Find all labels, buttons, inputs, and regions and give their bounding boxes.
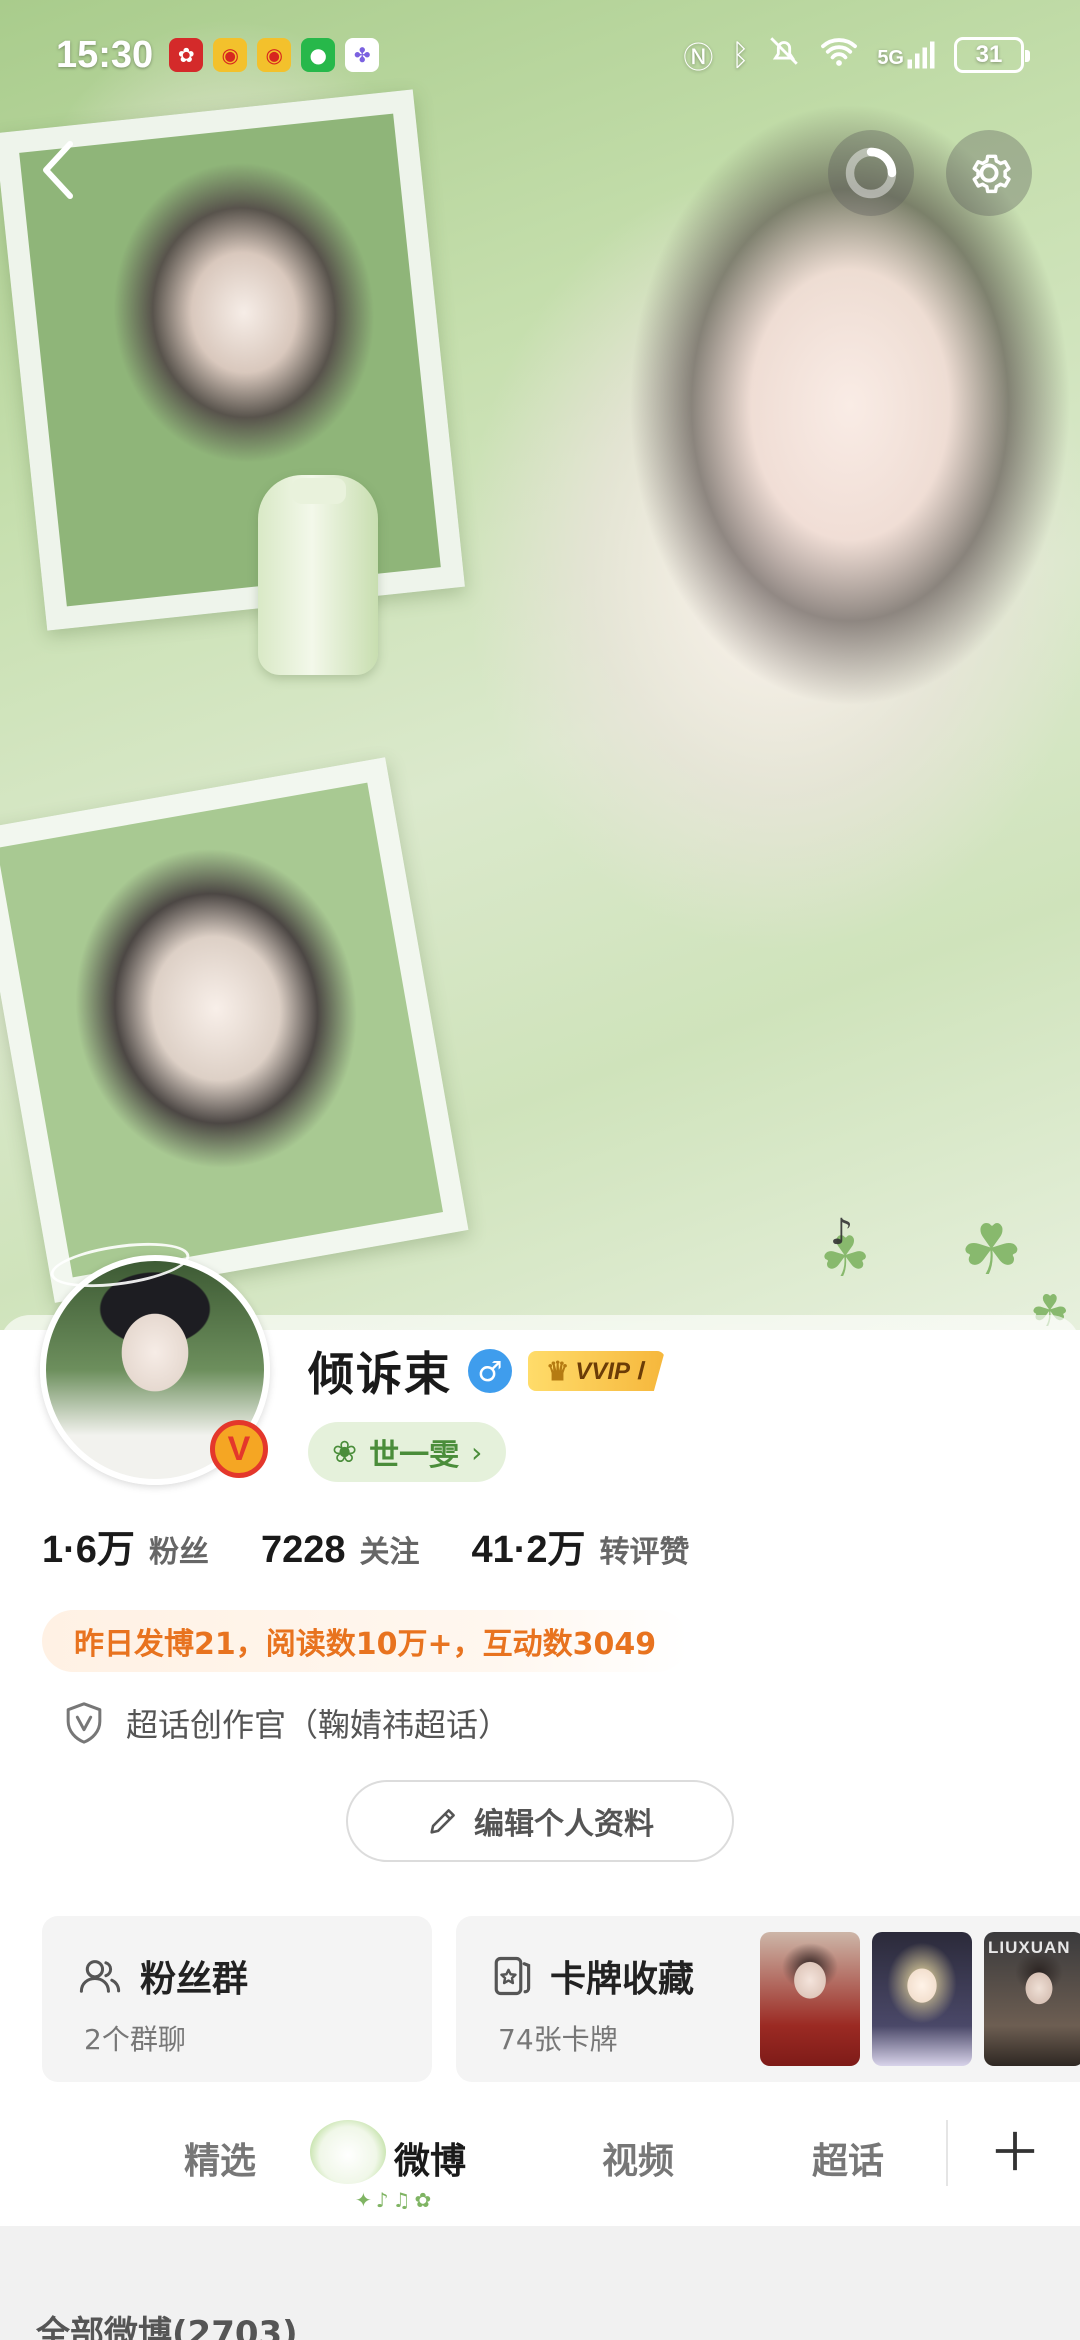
card-thumbnail-text: LIUXUAN [988, 1938, 1071, 1957]
stat-label: 关注 [359, 1535, 420, 1570]
activity-summary[interactable]: 昨日发博21，阅读数10万+，互动数3049 [42, 1610, 689, 1672]
add-tab-button[interactable] [980, 2116, 1050, 2186]
name-row: 倾诉束 ♂ ♛ VVIP Ⅰ [308, 1338, 665, 1404]
wifi-icon [819, 35, 859, 75]
network-type: 5G [877, 47, 904, 69]
loading-ring-icon [845, 147, 897, 199]
weibo-icon: ◉ [257, 38, 292, 72]
stat-value: 7228 [260, 1529, 346, 1571]
pencil-icon [430, 1809, 455, 1834]
avatar-container[interactable]: V [40, 1235, 270, 1485]
card-thumbnail[interactable] [760, 1932, 860, 2066]
chevron-left-icon [43, 141, 73, 199]
card-thumbnails: LIUXUAN [760, 1932, 1080, 2066]
feed-section: 全部微博(2703) [0, 2226, 1080, 2340]
bluetooth-icon: ᛒ [731, 37, 750, 73]
tab-weibo[interactable]: 微博 [394, 2132, 466, 2184]
tab-featured[interactable]: 精选 [184, 2132, 256, 2184]
tab-video[interactable]: 视频 [602, 2132, 674, 2184]
card-thumbnail[interactable]: LIUXUAN [984, 1932, 1080, 2066]
edit-profile-label: 编辑个人资料 [474, 1807, 654, 1842]
status-bar: 15:30 ✿ ◉ ◉ ● ✤ Ⓝ ᛒ 5G 31 [0, 0, 1080, 110]
music-note-icon: ✦♪♫✿ [355, 2188, 436, 2212]
status-time: 15:30 [56, 33, 154, 76]
nfc-icon: Ⓝ [683, 41, 714, 76]
cover-photo-frame [0, 757, 469, 1303]
music-note-icon: ♪ [830, 1212, 853, 1253]
stat-value: 41·2万 [471, 1529, 586, 1571]
stat-followers[interactable]: 1·6万 粉丝 [42, 1518, 209, 1573]
creator-role-label: 超话创作官（鞠婧祎超话） [126, 1706, 511, 1744]
honor-title-pill[interactable]: ❀ 世一雯 › [308, 1422, 507, 1482]
stat-likes[interactable]: 41·2万 转评赞 [471, 1518, 689, 1573]
honor-title-label: 世一雯 [369, 1438, 460, 1473]
clover-sticker-icon: ☘ [960, 1209, 1023, 1291]
group-users-icon [79, 1960, 121, 1993]
card-header: 卡牌收藏 [492, 1950, 694, 2002]
notification-icons: ✿ ◉ ◉ ● ✤ [169, 38, 380, 72]
tab-super-topics[interactable]: 超话 [812, 2132, 884, 2184]
gallery-icon: ✤ [345, 38, 380, 72]
card-collection-title: 卡牌收藏 [550, 1959, 695, 2000]
card-header: 粉丝群 [78, 1950, 248, 2002]
wechat-icon: ● [301, 38, 336, 72]
tab-divider [946, 2120, 948, 2186]
card-collection-icon [494, 1956, 531, 1996]
shield-icon [66, 1702, 102, 1744]
stat-value: 1·6万 [42, 1529, 135, 1571]
stats-row: 1·6万 粉丝 7228 关注 41·2万 转评赞 [42, 1518, 742, 1573]
verified-badge: V [210, 1420, 268, 1478]
card-collection-card[interactable]: 卡牌收藏 74张卡牌 LIUXUAN [456, 1916, 1080, 2082]
male-icon: ♂ [468, 1349, 512, 1393]
crown-icon: ♛ [546, 1355, 570, 1386]
profile-cover-image[interactable]: ☘ ☘ ☘ ♪ [0, 0, 1080, 1330]
stat-label: 粉丝 [148, 1535, 209, 1570]
refresh-button[interactable] [828, 130, 914, 216]
weibo-icon: ◉ [213, 38, 248, 72]
cover-portrait [520, 20, 1080, 720]
system-icons: Ⓝ ᛒ 5G 31 [683, 33, 1030, 77]
card-collection-subtitle: 74张卡牌 [498, 2023, 618, 2056]
battery-indicator: 31 [954, 37, 1030, 73]
fans-group-title: 粉丝群 [140, 1959, 249, 2000]
signal-icon: 5G [877, 40, 936, 70]
cover-milk-bottle [258, 475, 378, 675]
huawei-app-icon: ✿ [169, 38, 204, 72]
settings-button[interactable] [946, 130, 1032, 216]
cover-bottle-cap [292, 478, 346, 504]
username: 倾诉束 [308, 1347, 452, 1401]
content-tabs: 精选 ✦♪♫✿ 微博 视频 超话 [0, 2110, 1080, 2220]
all-posts-count[interactable]: 全部微博(2703) [36, 2306, 298, 2340]
edit-profile-button[interactable]: 编辑个人资料 [346, 1780, 734, 1862]
stat-following[interactable]: 7228 关注 [261, 1527, 420, 1572]
gear-icon [972, 154, 1011, 194]
creator-role-row[interactable]: 超话创作官（鞠婧祎超话） [64, 1700, 510, 1746]
back-button[interactable] [28, 130, 88, 210]
vvip-badge[interactable]: ♛ VVIP Ⅰ [528, 1351, 665, 1391]
card-thumbnail[interactable] [872, 1932, 972, 2066]
mascot-sticker-icon [310, 2120, 386, 2184]
mute-icon [767, 34, 801, 76]
fans-group-subtitle: 2个群聊 [84, 2023, 186, 2056]
chevron-right-icon: › [471, 1435, 483, 1469]
lotus-icon: ❀ [332, 1434, 358, 1470]
stat-label: 转评赞 [599, 1535, 690, 1570]
vvip-label: VVIP Ⅰ [575, 1357, 643, 1385]
fans-group-card[interactable]: 粉丝群 2个群聊 [42, 1916, 432, 2082]
plus-icon [995, 2131, 1035, 2171]
